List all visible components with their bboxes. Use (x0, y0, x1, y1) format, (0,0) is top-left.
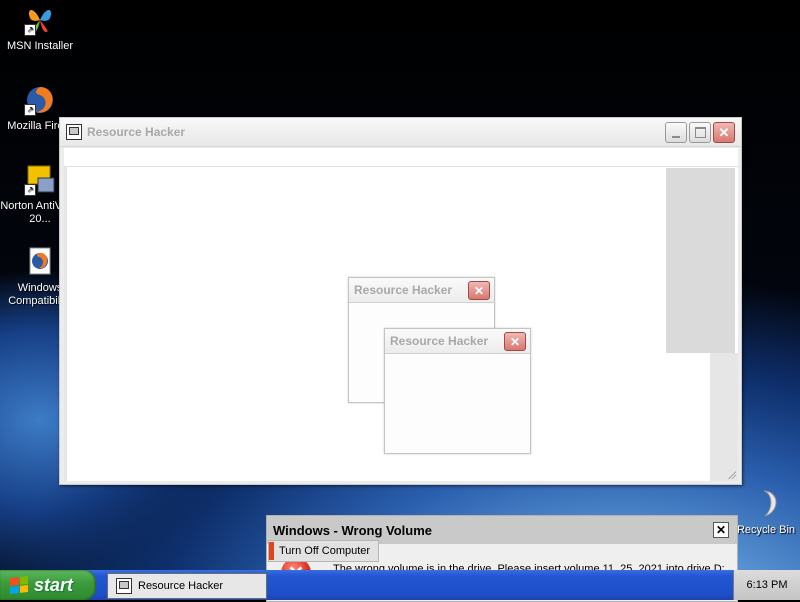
dialog-title: Resource Hacker (390, 334, 489, 348)
taskbar: start Resource Hacker 6:13 PM (0, 570, 800, 600)
desktop-icon-label: MSN Installer (6, 40, 74, 52)
resource-hacker-dialog-2[interactable]: Resource Hacker ✕ (384, 328, 531, 454)
msn-butterfly-icon: ↗ (24, 4, 56, 36)
error-dialog-close-button[interactable]: ✕ (713, 522, 729, 538)
taskbar-button-resource-hacker[interactable]: Resource Hacker (107, 573, 267, 599)
dialog-titlebar[interactable]: Resource Hacker ✕ (385, 329, 530, 354)
close-icon: ✕ (509, 334, 521, 349)
side-pane (666, 168, 735, 353)
minimize-icon (672, 135, 680, 138)
maximize-icon (694, 127, 706, 138)
start-button[interactable]: start (0, 570, 96, 600)
dialog-close-button[interactable]: ✕ (468, 281, 490, 300)
start-label: start (34, 574, 74, 595)
close-button[interactable]: ✕ (713, 122, 735, 143)
clock: 6:13 PM (746, 579, 788, 591)
resource-hacker-app-icon (116, 578, 132, 594)
window-titlebar[interactable]: Resource Hacker ✕ (60, 118, 741, 147)
close-icon: ✕ (718, 124, 730, 140)
maximize-button[interactable] (689, 122, 711, 143)
firefox-icon: ↗ (24, 84, 56, 116)
error-dialog-title: Windows - Wrong Volume (273, 522, 433, 538)
turn-off-label: Turn Off Computer (279, 545, 371, 557)
close-icon: ✕ (473, 283, 485, 298)
norton-antivirus-icon: ↗ (24, 164, 56, 196)
power-icon (269, 542, 274, 560)
system-tray[interactable]: 6:13 PM (733, 570, 800, 600)
right-strip (710, 353, 738, 481)
taskbar-button-label: Resource Hacker (138, 580, 223, 592)
minimize-button[interactable] (665, 122, 687, 143)
window-title: Resource Hacker (87, 125, 186, 139)
turn-off-computer-item[interactable]: Turn Off Computer (268, 540, 380, 562)
windows-flag-icon (10, 576, 28, 594)
windows-compat-icon (24, 246, 56, 278)
resize-grip[interactable] (726, 469, 736, 479)
recycle-bin-icon (750, 488, 782, 520)
dialog-close-button[interactable]: ✕ (504, 332, 526, 351)
resource-hacker-app-icon (66, 124, 82, 140)
dialog-titlebar[interactable]: Resource Hacker ✕ (349, 278, 494, 303)
desktop-icon-msn-installer[interactable]: ↗ MSN Installer (0, 4, 80, 53)
dialog-title: Resource Hacker (354, 283, 453, 297)
menu-strip[interactable] (64, 148, 738, 167)
left-edge (64, 166, 67, 481)
